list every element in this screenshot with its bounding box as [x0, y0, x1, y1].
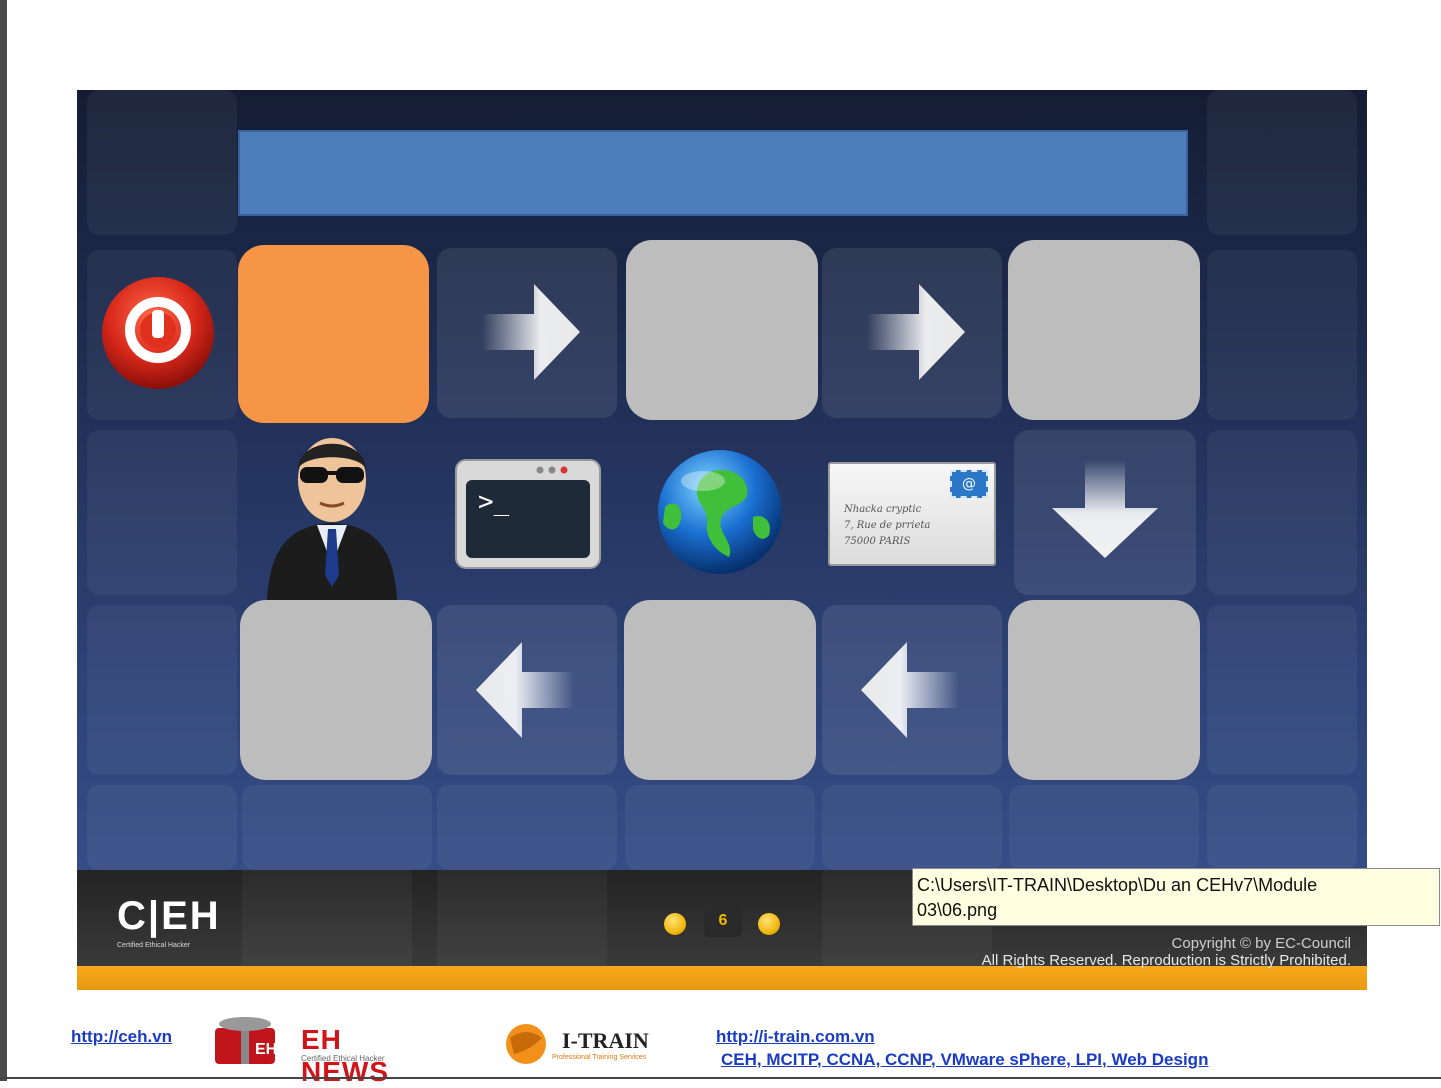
footer-tile	[437, 870, 607, 966]
slide-canvas: >_ @ Nhacka cryptic 7, Rue de prrieta 75…	[77, 90, 1367, 990]
tooltip-line2: 03\06.png	[917, 900, 998, 920]
copyright-line2: All Rights Reserved. Reproduction is Str…	[981, 952, 1351, 969]
footer-accent-strip	[77, 966, 1367, 990]
bg-tile	[1207, 605, 1357, 775]
itrain-text: I-TRAIN	[562, 1028, 649, 1053]
gift-box-icon: EH	[215, 1017, 277, 1064]
ehnews-logo: EH EH NEWS Certified Ethical Hacker	[205, 1010, 425, 1087]
tooltip-line1: C:\Users\IT-TRAIN\Desktop\Du an CEHv7\Mo…	[917, 875, 1318, 895]
prev-slide-button[interactable]	[664, 913, 686, 935]
flow-step-box-1	[238, 245, 429, 423]
flow-step-box-4	[1008, 600, 1200, 780]
envelope-address-line2: 7, Rue de prrieta	[844, 520, 931, 531]
ehnews-subtext: Certified Ethical Hacker	[301, 1054, 385, 1063]
page-number: 6	[704, 905, 742, 937]
svg-text:>_: >_	[478, 487, 510, 517]
next-slide-button[interactable]	[758, 913, 780, 935]
bg-tile	[1207, 785, 1357, 870]
bg-tile	[87, 785, 237, 870]
stamp-icon: @	[950, 470, 988, 498]
bg-tile	[87, 430, 237, 595]
footer-tile	[242, 870, 412, 966]
ceh-logo-text: C|EH	[117, 894, 221, 938]
envelope-icon: @ Nhacka cryptic 7, Rue de prrieta 75000…	[828, 462, 996, 566]
arrow-right-icon	[482, 284, 580, 380]
ceh-link[interactable]: http://ceh.vn	[71, 1027, 172, 1047]
arrow-left-icon	[476, 642, 574, 738]
bg-tile	[87, 90, 237, 235]
window-left-border	[0, 0, 7, 1081]
bg-tile	[625, 785, 815, 870]
bg-tile	[437, 785, 617, 870]
bg-tile	[1207, 250, 1357, 420]
terminal-icon: >_	[455, 459, 601, 569]
globe-icon	[658, 450, 782, 574]
itrain-globe-icon	[506, 1024, 546, 1064]
svg-text:EH: EH	[255, 1041, 277, 1058]
power-icon	[102, 277, 214, 389]
ceh-logo: C|EH Certified Ethical Hacker	[117, 880, 219, 960]
envelope-address-line3: 75000 PARIS	[844, 536, 911, 547]
file-path-tooltip: C:\Users\IT-TRAIN\Desktop\Du an CEHv7\Mo…	[912, 868, 1440, 926]
itrain-subtext: Professional Training Services	[552, 1054, 647, 1061]
bg-tile	[1009, 785, 1199, 870]
page-bottom-border	[0, 1077, 1441, 1079]
arrow-right-icon	[867, 284, 965, 380]
flow-step-box-3	[1008, 240, 1200, 420]
bg-tile	[822, 785, 1002, 870]
bg-tile	[87, 605, 237, 775]
hacker-icon	[267, 438, 397, 600]
ceh-logo-subtext: Certified Ethical Hacker	[117, 942, 191, 949]
bg-tile	[242, 785, 432, 870]
courses-link[interactable]: CEH, MCITP, CCNA, CCNP, VMware sPhere, L…	[721, 1050, 1208, 1070]
bg-tile	[1207, 430, 1357, 595]
slide-title-bar	[238, 130, 1188, 216]
copyright-notice: Copyright © by EC-Council All Rights Res…	[982, 935, 1351, 969]
arrow-left-icon	[861, 642, 959, 738]
copyright-line1: Copyright © by EC-Council	[1171, 935, 1351, 952]
slide-pager: 6	[662, 905, 792, 941]
itrain-logo: I-TRAIN Professional Training Services	[500, 1018, 695, 1066]
arrow-down-icon	[1052, 460, 1158, 558]
itrain-link[interactable]: http://i-train.com.vn	[716, 1027, 875, 1047]
flow-step-box-6	[240, 600, 432, 780]
envelope-address-line1: Nhacka cryptic	[844, 504, 922, 515]
flow-step-box-2	[626, 240, 818, 420]
flow-step-box-5	[624, 600, 816, 780]
bg-tile	[1207, 90, 1357, 235]
